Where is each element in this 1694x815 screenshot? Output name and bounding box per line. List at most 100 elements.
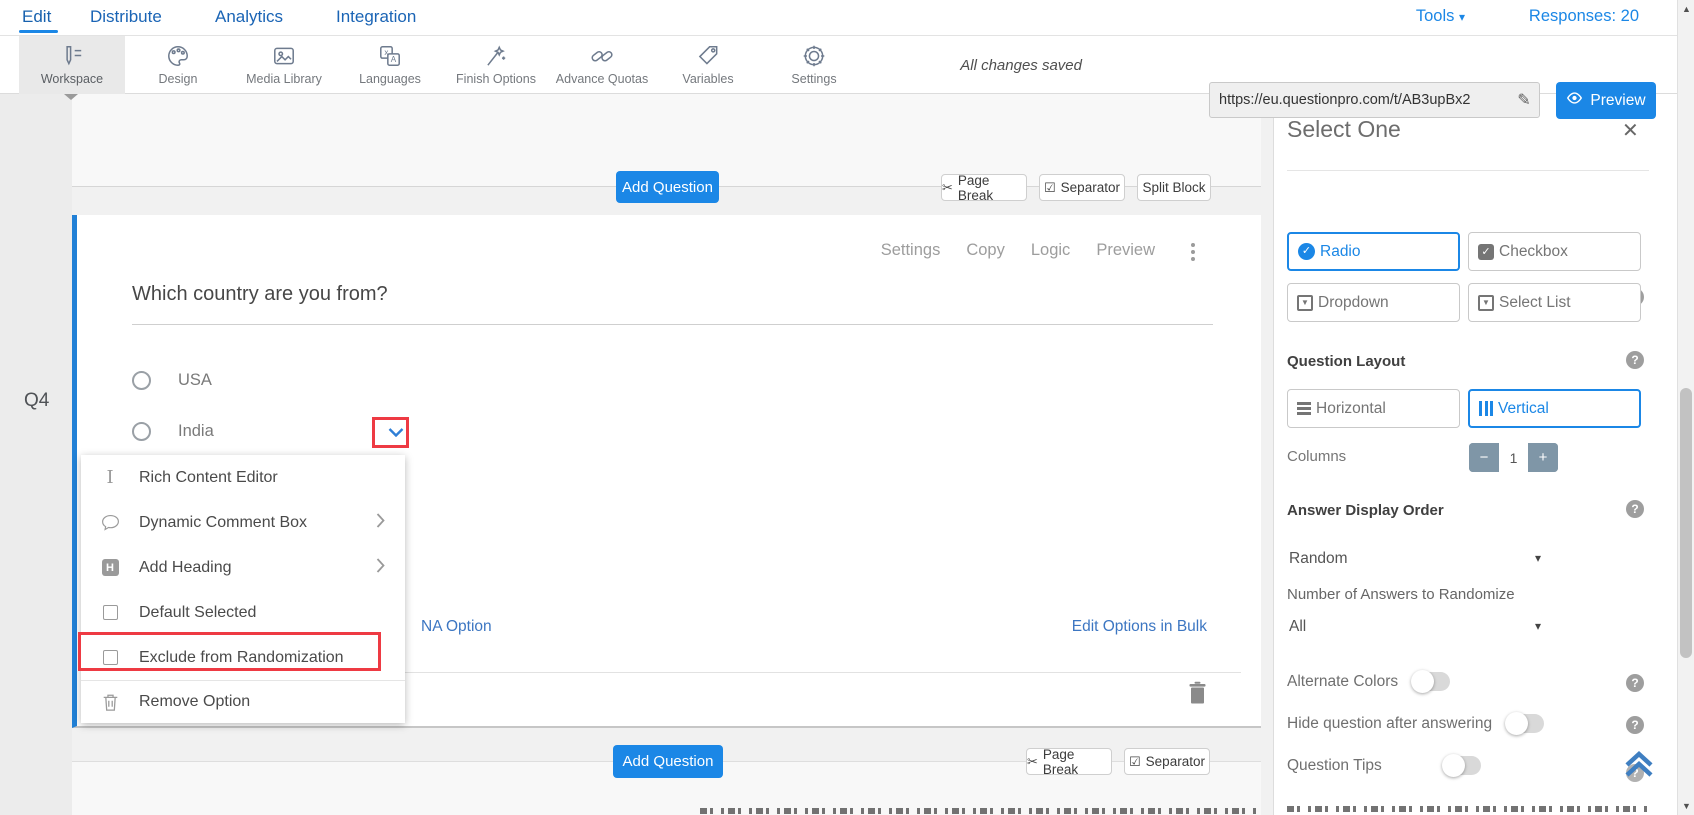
columns-increment-button[interactable]: +	[1528, 443, 1558, 472]
toolbar-tab-settings[interactable]: Settings	[761, 36, 867, 94]
columns-value-input[interactable]	[1499, 443, 1528, 472]
menu-item-dynamic-comment-box[interactable]: Dynamic Comment Box	[81, 500, 405, 545]
question-settings-link[interactable]: Settings	[881, 241, 941, 260]
menu-item-remove-option[interactable]: Remove Option	[81, 681, 405, 723]
tab-edit[interactable]: Edit	[22, 7, 51, 27]
question-logic-link[interactable]: Logic	[1031, 241, 1070, 260]
survey-url-input[interactable]	[1210, 92, 1509, 108]
page-break-button-top[interactable]: ✂ Page Break	[941, 173, 1027, 203]
checkbox-icon	[102, 605, 118, 620]
survey-url-box: ✎	[1209, 82, 1540, 118]
help-icon[interactable]: ?	[1626, 351, 1644, 369]
radio-option-circle[interactable]	[132, 371, 151, 390]
split-block-button[interactable]: Split Block	[1137, 174, 1211, 201]
checkbox-check-icon: ☑	[1129, 753, 1141, 769]
gear-icon	[761, 41, 867, 71]
text-editor-icon: I	[106, 467, 114, 488]
help-icon[interactable]: ?	[1626, 716, 1644, 734]
preview-button[interactable]: Preview	[1556, 82, 1656, 119]
add-question-button-top[interactable]: Add Question	[616, 171, 719, 203]
edit-url-pencil-icon[interactable]: ✎	[1509, 90, 1539, 110]
answer-option-row: USA	[132, 371, 212, 390]
tab-analytics[interactable]: Analytics	[215, 7, 283, 27]
question-tips-row: Question Tips	[1287, 754, 1481, 777]
answer-type-checkbox[interactable]: ✓ Checkbox	[1468, 232, 1641, 271]
scroll-down-arrow-icon[interactable]: ▼	[1678, 801, 1694, 811]
alternate-colors-row: Alternate Colors	[1287, 670, 1451, 693]
radio-option-circle[interactable]	[132, 422, 151, 441]
palette-icon	[125, 41, 231, 71]
editor-toolbar: Workspace Design Media Library xA Langua…	[0, 36, 1677, 119]
hide-question-toggle[interactable]	[1505, 712, 1545, 735]
question-more-menu-icon[interactable]	[1189, 241, 1197, 263]
dropdown-icon: ▼	[1478, 294, 1494, 311]
page-scrollbar[interactable]: ▲ ▼	[1677, 0, 1694, 815]
option-menu-chevron-button[interactable]	[378, 418, 413, 447]
dropdown-icon: ▼	[1297, 294, 1313, 311]
answer-type-select-list[interactable]: ▼ Select List	[1468, 283, 1641, 322]
question-preview-link[interactable]: Preview	[1096, 241, 1155, 260]
answer-option-label[interactable]: India	[178, 422, 214, 441]
top-nav: Edit Distribute Analytics Integration To…	[0, 0, 1677, 36]
scissors-icon: ✂	[942, 179, 953, 195]
toolbar-tab-workspace[interactable]: Workspace	[19, 36, 125, 94]
separator-button-bottom[interactable]: ☑ Separator	[1124, 748, 1210, 775]
add-question-button-bottom[interactable]: Add Question	[613, 745, 723, 778]
radio-selected-icon: ✓	[1298, 243, 1315, 260]
hide-question-row: Hide question after answering	[1287, 712, 1545, 735]
toolbar-tab-advance-quotas[interactable]: Advance Quotas	[549, 36, 655, 94]
tab-integration[interactable]: Integration	[336, 7, 416, 27]
toolbar-tab-media-library[interactable]: Media Library	[231, 36, 337, 94]
question-code: Q4	[24, 390, 50, 411]
help-icon[interactable]: ?	[1626, 674, 1644, 692]
scroll-to-top-icon[interactable]	[1623, 749, 1655, 784]
eye-icon	[1566, 91, 1583, 110]
answer-type-radio[interactable]: ✓ Radio	[1287, 232, 1460, 271]
question-tips-toggle[interactable]	[1441, 754, 1481, 777]
scissors-icon: ✂	[1027, 753, 1038, 769]
toolbar-tab-design[interactable]: Design	[125, 36, 231, 94]
tools-menu[interactable]: Tools ▾	[1416, 7, 1465, 26]
clipped-content-strip	[1287, 806, 1649, 812]
submenu-chevron-right-icon	[376, 557, 385, 578]
alternate-colors-toggle[interactable]	[1411, 670, 1451, 693]
columns-decrement-button[interactable]: −	[1469, 443, 1499, 472]
close-icon[interactable]: ✕	[1622, 118, 1639, 143]
menu-item-exclude-from-randomization[interactable]: Exclude from Randomization	[81, 635, 405, 680]
checkbox-icon	[102, 650, 118, 665]
page-break-button-bottom[interactable]: ✂ Page Break	[1026, 747, 1112, 777]
randomize-count-select[interactable]: All ▾	[1289, 618, 1541, 636]
clipped-content-strip	[700, 808, 1260, 814]
answer-type-dropdown[interactable]: ▼ Dropdown	[1287, 283, 1460, 322]
scrollbar-thumb[interactable]	[1680, 388, 1692, 658]
answer-display-order-select[interactable]: Random ▾	[1289, 550, 1541, 568]
answer-display-order-label: Answer Display Order	[1287, 502, 1444, 519]
checkbox-icon: ✓	[1478, 243, 1494, 260]
active-toolbar-tab-pointer	[64, 94, 78, 100]
answer-option-label[interactable]: USA	[178, 371, 212, 390]
question-gutter: Q4	[0, 94, 72, 815]
delete-question-trash-icon[interactable]	[1187, 681, 1208, 710]
menu-item-rich-content-editor[interactable]: I Rich Content Editor	[81, 455, 405, 500]
toolbar-tab-languages[interactable]: xA Languages	[337, 36, 443, 94]
question-actions: Settings Copy Logic Preview	[881, 241, 1155, 260]
comment-bubble-icon	[81, 514, 139, 531]
layout-horizontal-button[interactable]: Horizontal	[1287, 389, 1460, 428]
answer-option-row: India	[132, 422, 214, 441]
responses-count[interactable]: Responses: 20	[1529, 7, 1639, 26]
menu-item-default-selected[interactable]: Default Selected	[81, 590, 405, 635]
question-copy-link[interactable]: Copy	[966, 241, 1005, 260]
chevron-down-icon	[388, 428, 403, 437]
layout-vertical-button[interactable]: Vertical	[1468, 389, 1641, 428]
na-option-link[interactable]: NA Option	[421, 618, 492, 636]
separator-button-top[interactable]: ☑ Separator	[1039, 174, 1125, 201]
toolbar-tab-finish-options[interactable]: Finish Options	[443, 36, 549, 94]
menu-item-add-heading[interactable]: H Add Heading	[81, 545, 405, 590]
toolbar-tab-variables[interactable]: Variables	[655, 36, 761, 94]
tab-distribute[interactable]: Distribute	[90, 7, 162, 27]
scroll-up-arrow-icon[interactable]: ▲	[1678, 4, 1694, 14]
question-title[interactable]: Which country are you from?	[132, 283, 388, 306]
panel-divider	[1287, 170, 1649, 171]
help-icon[interactable]: ?	[1626, 500, 1644, 518]
edit-options-in-bulk-link[interactable]: Edit Options in Bulk	[1072, 618, 1207, 636]
